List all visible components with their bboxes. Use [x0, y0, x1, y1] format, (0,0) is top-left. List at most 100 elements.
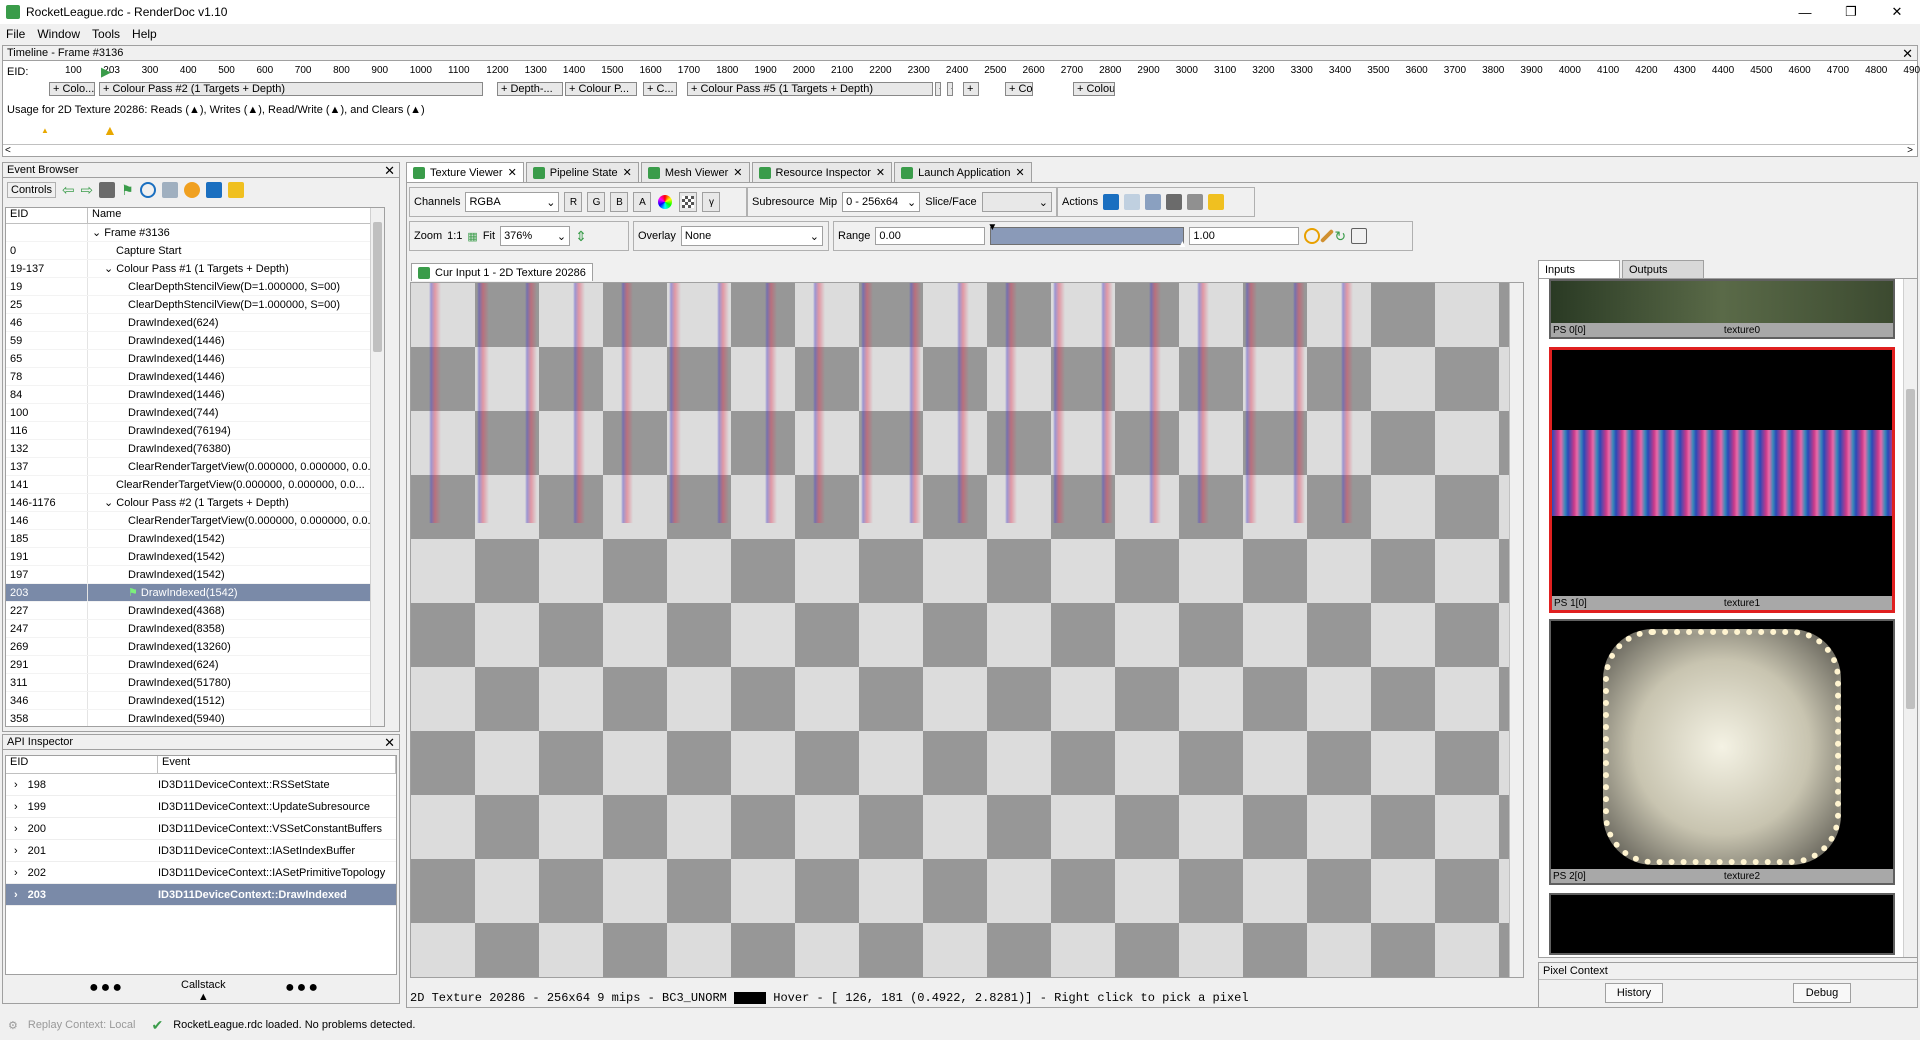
event-row[interactable]: 191 DrawIndexed(1542): [6, 548, 384, 566]
history-button[interactable]: History: [1605, 983, 1663, 1003]
channel-b-toggle[interactable]: B: [610, 192, 629, 212]
timeline-pass[interactable]: +: [947, 82, 953, 96]
range-max-input[interactable]: 1.00: [1189, 227, 1300, 245]
flip-vertical-icon[interactable]: ⇕: [575, 228, 587, 245]
event-row[interactable]: 141 ClearRenderTargetView(0.000000, 0.000…: [6, 476, 384, 494]
fit-icon[interactable]: ▦: [467, 230, 477, 243]
timeline-pass[interactable]: + Colour Pass #5 (1 Targets + Depth): [687, 82, 933, 96]
event-row[interactable]: 197 DrawIndexed(1542): [6, 566, 384, 584]
scroll-thumb[interactable]: [1906, 389, 1915, 709]
timeline-pass[interactable]: + Co...: [1005, 82, 1033, 96]
tab-texture-viewer[interactable]: Texture Viewer ✕: [406, 162, 524, 182]
thumbnail-texture0[interactable]: PS 0[0] texture0: [1549, 279, 1895, 339]
api-call-row[interactable]: › 203 ID3D11DeviceContext::DrawIndexed: [6, 884, 396, 906]
event-row[interactable]: 0 Capture Start: [6, 242, 384, 260]
event-row[interactable]: 358 DrawIndexed(5940): [6, 710, 384, 726]
more-dots-icon[interactable]: ●●●: [89, 979, 124, 997]
timeline-pass[interactable]: + Depth-...: [497, 82, 563, 96]
timeline-pass[interactable]: +: [935, 82, 941, 96]
api-call-row[interactable]: › 201 ID3D11DeviceContext::IASetIndexBuffe…: [6, 840, 396, 862]
texture-canvas[interactable]: [410, 282, 1524, 978]
find-binoculars-icon[interactable]: [1166, 194, 1183, 210]
menu-file[interactable]: File: [0, 27, 31, 41]
scroll-thumb[interactable]: [373, 222, 382, 352]
close-tab-icon[interactable]: ✕: [508, 166, 517, 179]
wizard-icon[interactable]: [1208, 194, 1225, 210]
back-arrow-icon[interactable]: ⇦: [62, 181, 75, 199]
expand-chevron-icon[interactable]: ⌄: [92, 227, 104, 239]
event-row[interactable]: 25 ClearDepthStencilView(D=1.000000, S=00…: [6, 296, 384, 314]
event-row[interactable]: 146 ClearRenderTargetView(0.000000, 0.000…: [6, 512, 384, 530]
zoom-1to1-button[interactable]: 1:1: [447, 230, 462, 242]
channel-g-toggle[interactable]: G: [587, 192, 606, 212]
viewer-tab[interactable]: Cur Input 1 - 2D Texture 20286: [411, 263, 593, 281]
mip-select[interactable]: 0 - 256x64 ⌄: [842, 192, 921, 212]
close-icon[interactable]: ✕: [1902, 47, 1913, 60]
timeline-pass[interactable]: + C...: [643, 82, 677, 96]
close-tab-icon[interactable]: ✕: [733, 166, 742, 179]
event-row[interactable]: 203 ⚑ DrawIndexed(1542): [6, 584, 384, 602]
timeline-pass[interactable]: + Colour P...: [565, 82, 637, 96]
tab-mesh-viewer[interactable]: Mesh Viewer ✕: [640, 162, 750, 182]
api-call-row[interactable]: › 199 ID3D11DeviceContext::UpdateSubresour…: [6, 796, 396, 818]
event-row[interactable]: 291 DrawIndexed(624): [6, 656, 384, 674]
event-tree-scrollbar[interactable]: [370, 208, 384, 726]
event-row[interactable]: 269 DrawIndexed(13260): [6, 638, 384, 656]
expand-chevron-icon[interactable]: ⌄: [104, 497, 116, 509]
event-row[interactable]: 116 DrawIndexed(76194): [6, 422, 384, 440]
tab-outputs[interactable]: Outputs: [1622, 260, 1704, 278]
event-row[interactable]: 78 DrawIndexed(1446): [6, 368, 384, 386]
settings-gear-icon[interactable]: [183, 182, 200, 198]
close-icon[interactable]: ✕: [384, 164, 395, 177]
event-row[interactable]: 65 DrawIndexed(1446): [6, 350, 384, 368]
event-row[interactable]: 247 DrawIndexed(8358): [6, 620, 384, 638]
timeline-ruler[interactable]: 100 203 300 400 500 600 700 800 900 1000 1100 1200 1…: [57, 65, 1920, 79]
range-min-input[interactable]: 0.00: [875, 227, 986, 245]
event-row[interactable]: 146-1176 ⌄ Colour Pass #2 (1 Targets + De…: [6, 494, 384, 512]
menu-window[interactable]: Window: [31, 27, 86, 41]
expand-chevron-icon[interactable]: ›: [14, 845, 18, 857]
save-texture-icon[interactable]: [1103, 194, 1120, 210]
event-row[interactable]: 227 DrawIndexed(4368): [6, 602, 384, 620]
close-tab-icon[interactable]: ✕: [623, 166, 632, 179]
find-binoculars-icon[interactable]: [99, 182, 116, 198]
event-row[interactable]: 59 DrawIndexed(1446): [6, 332, 384, 350]
color-wheel-icon[interactable]: [656, 192, 674, 212]
auto-fit-icon[interactable]: [1320, 228, 1335, 244]
timeline-pass[interactable]: + Colour Pass #13 (1 Targets + Depth): [1073, 82, 1115, 96]
menu-tools[interactable]: Tools: [86, 27, 126, 41]
event-row[interactable]: 46 DrawIndexed(624): [6, 314, 384, 332]
tab-pipeline-state[interactable]: Pipeline State ✕: [525, 162, 639, 182]
replay-context-label[interactable]: Replay Context: Local: [28, 1019, 136, 1031]
callstack-toggle[interactable]: Callstack ▲: [181, 979, 226, 1003]
channel-a-toggle[interactable]: A: [633, 192, 652, 212]
zoom-select[interactable]: 376% ⌄: [500, 226, 571, 246]
tab-resource-inspector[interactable]: Resource Inspector ✕: [751, 162, 893, 182]
event-row[interactable]: 137 ClearRenderTargetView(0.000000, 0.000…: [6, 458, 384, 476]
scroll-left-icon[interactable]: <: [5, 145, 11, 156]
export-icon[interactable]: [161, 182, 178, 198]
expand-chevron-icon[interactable]: ›: [14, 823, 18, 835]
menu-help[interactable]: Help: [126, 27, 163, 41]
debug-button[interactable]: Debug: [1793, 983, 1851, 1003]
channels-select[interactable]: RGBA ⌄: [465, 192, 560, 212]
event-row[interactable]: 19 ClearDepthStencilView(D=1.000000, S=00…: [6, 278, 384, 296]
close-tab-icon[interactable]: ✕: [1015, 166, 1024, 179]
open-in-resource-inspector-icon[interactable]: [1145, 194, 1162, 210]
close-icon[interactable]: ✕: [384, 736, 395, 749]
range-max-handle[interactable]: ▲: [1178, 239, 1188, 250]
timing-clock-icon[interactable]: [139, 182, 156, 198]
slice-face-select[interactable]: ⌄: [981, 192, 1052, 212]
event-row[interactable]: 100 DrawIndexed(744): [6, 404, 384, 422]
bookmark-flag-icon[interactable]: ⚑: [121, 182, 134, 199]
more-dots-icon[interactable]: ●●●: [285, 979, 320, 997]
overlay-select[interactable]: None ⌄: [680, 226, 823, 246]
range-min-handle[interactable]: ▼: [987, 222, 997, 233]
event-row[interactable]: 185 DrawIndexed(1542): [6, 530, 384, 548]
event-row[interactable]: ⌄ Frame #3136: [6, 224, 384, 242]
zoom-range-icon[interactable]: [1304, 228, 1321, 244]
gamma-toggle[interactable]: γ: [702, 192, 721, 212]
timeline-pass[interactable]: + Colour Pass #2 (1 Targets + Depth): [99, 82, 483, 96]
close-tab-icon[interactable]: ✕: [876, 166, 885, 179]
thumbnail-texture2[interactable]: PS 2[0] texture2: [1549, 619, 1895, 885]
